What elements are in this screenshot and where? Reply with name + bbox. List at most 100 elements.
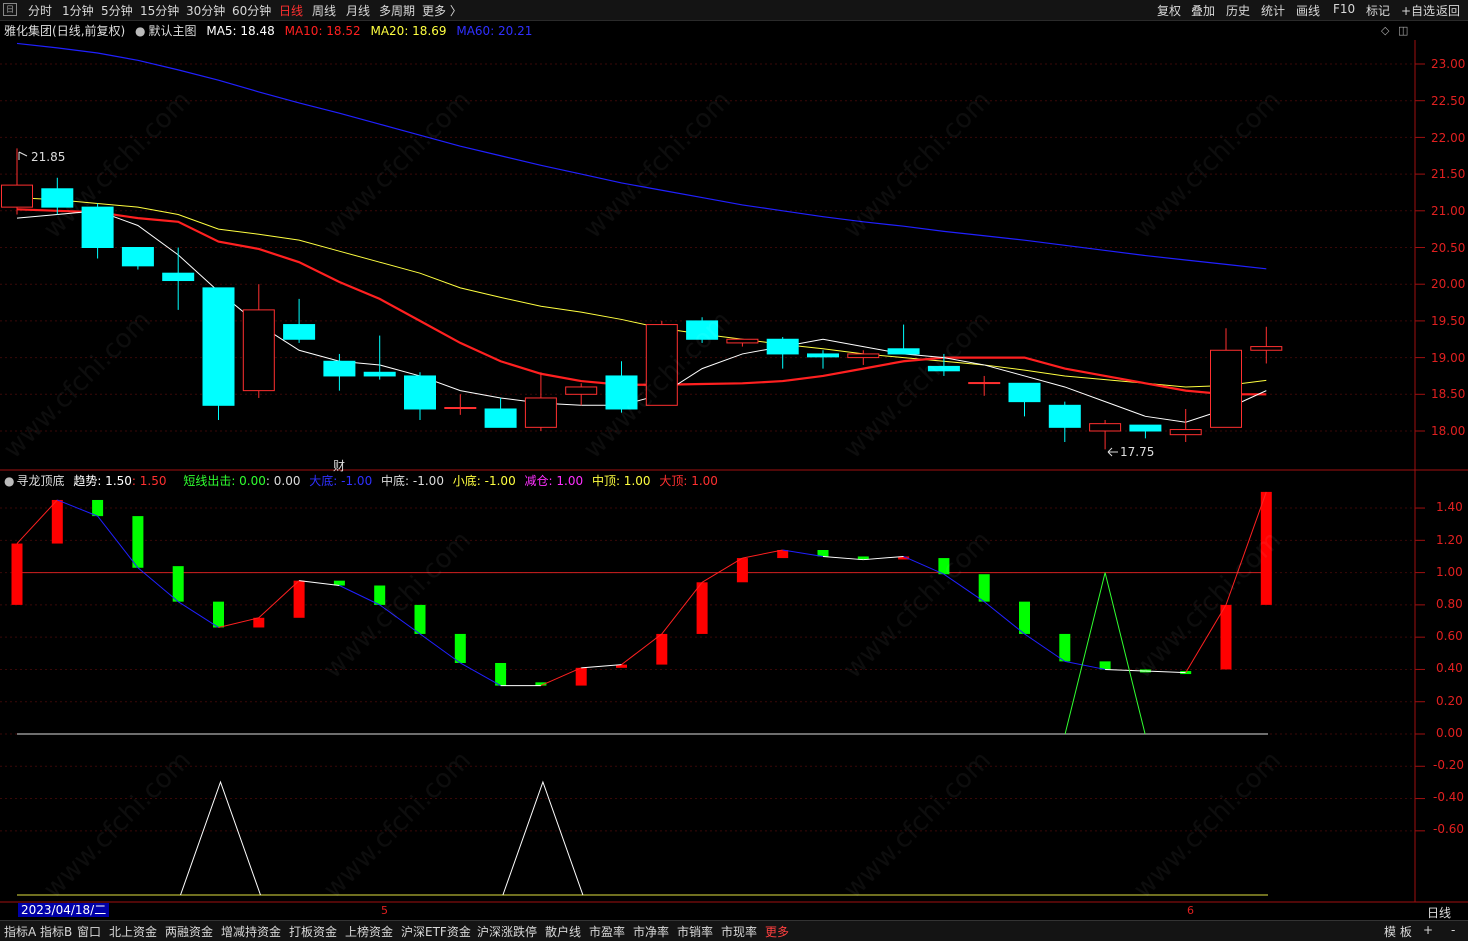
tab-window[interactable]: 窗口 <box>77 923 101 940</box>
trend-bar-up <box>1260 491 1272 605</box>
trend-bar-down <box>92 499 104 517</box>
tab-etf-funds[interactable]: 沪深ETF资金 <box>401 923 471 940</box>
candle-down <box>202 287 235 406</box>
price-axis-label: 21.50 <box>1431 167 1466 181</box>
candle-up <box>524 397 557 428</box>
tab-billboard-funds[interactable]: 上榜资金 <box>345 923 393 940</box>
trend-bar-up <box>51 499 63 544</box>
short-exit-spike <box>1064 572 1146 735</box>
trend-line <box>1225 491 1267 606</box>
candle-up <box>645 324 678 406</box>
template-button[interactable]: 模 板 <box>1384 923 1412 940</box>
zoom-out-button[interactable]: - <box>1451 923 1455 937</box>
indicator-axis-label: 0.80 <box>1436 597 1463 611</box>
trend-line <box>1024 633 1066 662</box>
price-axis-label: 23.00 <box>1431 57 1466 71</box>
candle-down <box>1048 404 1081 428</box>
indicator-axis-label: 1.20 <box>1436 533 1463 547</box>
candle-up <box>1210 349 1242 428</box>
indicator-axis-label: -0.40 <box>1433 790 1465 804</box>
candle-down <box>927 365 960 372</box>
candle-up <box>726 338 759 344</box>
candle-up <box>968 382 1001 385</box>
trend-line <box>379 604 421 635</box>
tab-holding-change[interactable]: 增减持资金 <box>221 923 281 940</box>
indicator-axis-label: 1.40 <box>1436 500 1463 514</box>
trend-line <box>177 601 219 628</box>
candle-down <box>807 353 839 358</box>
trend-line <box>983 601 1025 635</box>
trend-bar-down <box>978 574 990 602</box>
trend-bar-down <box>938 558 950 575</box>
trend-bar-down <box>172 566 184 602</box>
tab-pcf[interactable]: 市现率 <box>721 923 757 940</box>
trend-bar-down <box>213 601 224 628</box>
trend-line <box>782 549 824 557</box>
tab-pe[interactable]: 市盈率 <box>589 923 625 940</box>
trend-line <box>218 617 259 628</box>
candle-up <box>444 407 477 410</box>
trend-bar-down <box>1059 633 1071 662</box>
trend-line <box>97 515 139 569</box>
candle-down <box>605 375 638 410</box>
high-price-label: 21.85 <box>31 150 66 164</box>
candle-down <box>283 324 316 340</box>
price-axis-label: 20.50 <box>1431 241 1466 255</box>
indicator-tab-bar: 指标A 指标B 窗口 北上资金 两融资金 增减持资金 打板资金 上榜资金 沪深E… <box>0 920 1468 941</box>
trend-bar-up <box>575 667 587 686</box>
month-tick: 5 <box>381 904 388 917</box>
price-axis-label: 20.00 <box>1431 277 1466 291</box>
candle-down <box>484 408 517 428</box>
price-axis-label: 19.50 <box>1431 314 1466 328</box>
trend-bar-up <box>11 543 23 605</box>
trend-line <box>621 633 663 665</box>
low-arrow-icon <box>1107 447 1118 457</box>
cursor-date: 2023/04/18/二 <box>18 903 110 917</box>
tab-indicator-a[interactable]: 指标A <box>4 923 36 940</box>
price-axis-label: 21.00 <box>1431 204 1466 218</box>
tab-indicator-b[interactable]: 指标B <box>40 923 72 940</box>
period-label: 日线 <box>1427 906 1452 920</box>
trend-line <box>903 556 945 575</box>
trend-bar-down <box>414 604 426 634</box>
candle-up <box>1169 429 1202 436</box>
price-axis-label: 22.50 <box>1431 94 1466 108</box>
trend-line <box>661 581 703 635</box>
finance-report-marker[interactable]: 财 <box>333 457 345 474</box>
trend-bar-up <box>696 582 708 634</box>
trend-line <box>1064 660 1106 670</box>
candle-down <box>323 360 356 377</box>
candle-up <box>1089 423 1122 432</box>
candle-down <box>887 348 920 355</box>
trend-line <box>258 580 300 619</box>
high-arrow-icon <box>18 151 28 160</box>
indicator-axis-label: 1.00 <box>1436 565 1463 579</box>
candle-down <box>1129 424 1162 432</box>
trend-line <box>863 555 904 561</box>
indicator-axis-label: -0.20 <box>1433 758 1465 772</box>
trend-bar-down <box>374 585 386 605</box>
tab-limit-stats[interactable]: 沪深涨跌停 <box>477 923 537 940</box>
candle-up <box>1 184 33 208</box>
price-axis-label: 19.00 <box>1431 351 1466 365</box>
trend-bar-up <box>736 558 748 583</box>
trend-bar-down <box>454 633 466 663</box>
tab-retail-line[interactable]: 散户线 <box>545 923 581 940</box>
indicator-axis-label: 0.20 <box>1436 694 1463 708</box>
chart-canvas[interactable] <box>0 0 1468 920</box>
tab-margin[interactable]: 两融资金 <box>165 923 213 940</box>
tab-more[interactable]: 更多 <box>765 923 789 940</box>
tab-ps[interactable]: 市销率 <box>677 923 713 940</box>
trend-line <box>581 664 622 669</box>
candle-down <box>121 247 154 267</box>
indicator-axis-label: -0.60 <box>1433 822 1465 836</box>
trend-bar-down <box>132 516 144 568</box>
tab-northbound[interactable]: 北上资金 <box>109 923 157 940</box>
tab-pb[interactable]: 市净率 <box>633 923 669 940</box>
trend-bar-up <box>656 633 668 665</box>
candle-down <box>363 371 396 377</box>
candle-up <box>847 353 880 359</box>
candle-down <box>1008 382 1041 403</box>
tab-limit-up-funds[interactable]: 打板资金 <box>289 923 337 940</box>
zoom-in-button[interactable]: + <box>1423 923 1433 937</box>
